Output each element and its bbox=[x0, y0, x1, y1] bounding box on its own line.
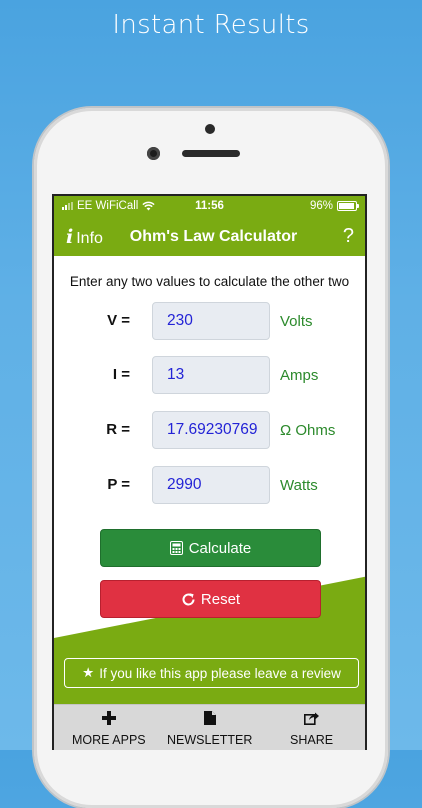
calculate-button[interactable]: Calculate bbox=[100, 529, 321, 567]
resistance-label: R = bbox=[106, 421, 130, 438]
voltage-label: V = bbox=[107, 312, 130, 329]
plus-icon bbox=[101, 711, 116, 725]
app-screen: EE WiFiCall 11:56 96% i Info Ohm's Law C… bbox=[52, 194, 367, 750]
instructions-text: Enter any two values to calculate the ot… bbox=[69, 274, 350, 289]
reset-button[interactable]: Reset bbox=[100, 580, 321, 618]
bottom-tab-bar: MORE APPS NEWSLETTER SHARE bbox=[54, 704, 365, 750]
calculate-label: Calculate bbox=[188, 539, 252, 557]
tab-label-more-apps: MORE APPS bbox=[72, 733, 146, 747]
current-input[interactable]: 13 bbox=[152, 356, 270, 394]
tab-share[interactable]: SHARE bbox=[290, 709, 333, 747]
review-banner[interactable]: ★ If you like this app please leave a re… bbox=[64, 658, 359, 688]
voltage-unit: Volts bbox=[280, 313, 313, 330]
power-row: P = 2990 Watts bbox=[54, 466, 365, 504]
tab-newsletter[interactable]: NEWSLETTER bbox=[167, 709, 252, 747]
share-icon bbox=[304, 712, 320, 725]
tab-label-newsletter: NEWSLETTER bbox=[167, 733, 253, 747]
tab-label-share: SHARE bbox=[290, 733, 334, 747]
current-label: I = bbox=[112, 366, 130, 383]
nav-bar: i Info Ohm's Law Calculator ? bbox=[54, 218, 365, 256]
review-text: If you like this app please leave a revi… bbox=[99, 665, 341, 681]
battery-info: 96% bbox=[309, 200, 359, 212]
resistance-input[interactable]: 17.69230769 bbox=[152, 411, 270, 449]
current-unit: Amps bbox=[280, 367, 319, 384]
battery-percent: 96% bbox=[309, 200, 333, 212]
promo-title: Instant Results bbox=[112, 10, 310, 40]
refresh-icon bbox=[182, 592, 195, 605]
tab-more-apps[interactable]: MORE APPS bbox=[72, 709, 146, 747]
power-input[interactable]: 2990 bbox=[152, 466, 270, 504]
proximity-sensor bbox=[205, 124, 215, 134]
power-label: P = bbox=[107, 476, 130, 493]
resistance-unit: Ω Ohms bbox=[280, 422, 336, 439]
battery-icon bbox=[337, 201, 359, 211]
voltage-input[interactable]: 230 bbox=[152, 302, 270, 340]
power-unit: Watts bbox=[280, 477, 318, 494]
star-icon: ★ bbox=[82, 665, 95, 680]
resistance-row: R = 17.69230769 Ω Ohms bbox=[54, 411, 365, 449]
voltage-row: V = 230 Volts bbox=[54, 302, 365, 340]
current-row: I = 13 Amps bbox=[54, 356, 365, 394]
reset-label: Reset bbox=[200, 590, 241, 608]
status-bar: EE WiFiCall 11:56 96% bbox=[54, 196, 365, 218]
document-icon bbox=[203, 711, 216, 725]
help-button[interactable]: ? bbox=[343, 225, 354, 248]
front-camera bbox=[147, 147, 160, 160]
page-title: Ohm's Law Calculator bbox=[129, 228, 298, 245]
calculator-icon bbox=[169, 541, 183, 555]
earpiece-speaker bbox=[182, 150, 240, 157]
